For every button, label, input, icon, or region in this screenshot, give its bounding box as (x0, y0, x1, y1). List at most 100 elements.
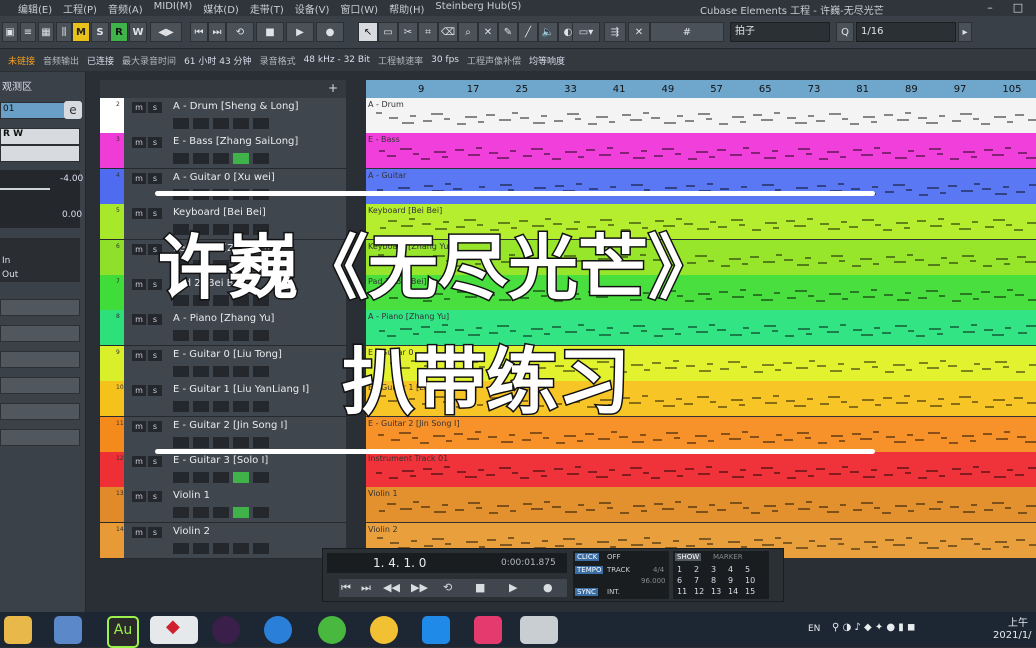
edit-button[interactable] (213, 472, 229, 483)
marker-button[interactable]: 4 (728, 565, 733, 574)
menu-item-3[interactable]: MIDI(M) (154, 1, 193, 16)
forward-end-icon[interactable]: ⏭ (208, 22, 226, 42)
go-end-icon[interactable]: ⏭ (361, 581, 371, 595)
track-row[interactable]: 4 ms A - Guitar 0 [Xu wei] (100, 168, 346, 205)
monitor-button[interactable] (173, 365, 189, 377)
mute-mode-button[interactable]: M (72, 22, 90, 42)
inserts-section[interactable] (0, 299, 80, 316)
write-automation-button[interactable] (253, 401, 269, 413)
read-automation-button[interactable] (233, 365, 249, 377)
record-enable-button[interactable] (193, 365, 209, 377)
minimize-button[interactable]: – (976, 0, 1004, 16)
music-app-icon[interactable] (212, 616, 240, 644)
track-name[interactable]: E - Guitar 0 [Liu Tong] (173, 349, 282, 360)
menu-item-9[interactable]: Steinberg Hub(S) (435, 1, 521, 16)
track-row[interactable]: 8 ms A - Piano [Zhang Yu] (100, 310, 346, 347)
mute-button[interactable]: m (132, 102, 146, 113)
erase-tool-icon[interactable]: ⌫ (438, 22, 458, 42)
track-name[interactable]: Violin 1 (173, 490, 210, 501)
marker-button[interactable]: 13 (711, 587, 721, 596)
write-automation-button[interactable] (253, 436, 269, 448)
track-event[interactable]: E - Bass (366, 133, 1036, 169)
monitor-button[interactable] (173, 507, 189, 519)
track-row[interactable]: 2 ms A - Drum [Sheng & Long] (100, 98, 346, 134)
track-name[interactable]: E - Guitar 2 [Jin Song I] (173, 420, 287, 431)
edit-button[interactable] (213, 330, 229, 342)
marker-button[interactable]: 14 (728, 587, 738, 596)
write-automation-button[interactable] (253, 472, 269, 483)
write-automation-button[interactable] (253, 153, 269, 165)
go-start-icon[interactable]: ⏮ (341, 581, 351, 595)
edit-button[interactable] (213, 436, 229, 448)
record-enable-button[interactable] (193, 542, 209, 554)
mute-button[interactable]: m (132, 526, 146, 538)
track-row[interactable]: 3 ms E - Bass [Zhang SaiLong] (100, 133, 346, 170)
eq-section[interactable] (0, 325, 80, 342)
green-app-icon[interactable] (318, 616, 346, 644)
track-name[interactable]: E - Guitar 1 [Liu YanLiang I] (173, 384, 309, 395)
marker-button[interactable]: 2 (694, 565, 699, 574)
mute-button[interactable]: m (132, 243, 146, 255)
track-event[interactable]: Instrument Track 01 (366, 452, 1036, 487)
mute-button[interactable]: m (132, 314, 146, 326)
marker-button[interactable]: 9 (728, 576, 733, 585)
read-mode-button[interactable]: R (110, 22, 128, 42)
pointer-tool-icon[interactable]: ↖ (358, 22, 378, 42)
grid-app-icon[interactable] (422, 616, 450, 644)
input-routing[interactable]: In (2, 256, 10, 266)
ime-indicator[interactable]: EN (808, 624, 820, 634)
write-mode-button[interactable]: W (129, 22, 147, 42)
list-icon[interactable]: ≡ (20, 22, 36, 42)
sends-section[interactable] (0, 351, 80, 368)
click-toggle[interactable]: CLICK (575, 553, 600, 561)
read-automation-button[interactable] (233, 153, 249, 165)
write-automation-button[interactable] (253, 542, 269, 554)
rewind-start-icon[interactable]: ⏮ (190, 22, 208, 42)
monitor-button[interactable] (173, 401, 189, 413)
show-marker-button[interactable]: SHOW (675, 553, 702, 561)
output-routing[interactable]: Out (2, 270, 18, 280)
play-icon[interactable]: ▶ (286, 22, 314, 42)
solo-button[interactable]: s (148, 314, 162, 326)
monitor-button[interactable] (173, 153, 189, 165)
automation-icon[interactable]: ◀▶ (150, 22, 182, 42)
marker-button[interactable]: 6 (677, 576, 682, 585)
grid-icon[interactable]: # (650, 22, 724, 42)
edit-instrument-icon[interactable]: e (64, 101, 82, 119)
marker-button[interactable]: 12 (694, 587, 704, 596)
marker-button[interactable]: 3 (711, 565, 716, 574)
record-enable-button[interactable] (193, 118, 209, 129)
marker-button[interactable]: 1 (677, 565, 682, 574)
solo-mode-button[interactable]: S (91, 22, 109, 42)
edit-button[interactable] (213, 118, 229, 129)
track-row[interactable]: 10 ms E - Guitar 1 [Liu YanLiang I] (100, 381, 346, 418)
transport-stop-icon[interactable]: ■ (475, 581, 485, 594)
quantize-icon[interactable]: Q (836, 22, 854, 42)
zoom-tool-icon[interactable]: ⌕ (458, 22, 478, 42)
marker-button[interactable]: 5 (745, 565, 750, 574)
read-automation-button[interactable] (233, 472, 249, 483)
edit-button[interactable] (213, 401, 229, 413)
track-event[interactable]: Violin 1 (366, 487, 1036, 523)
read-automation-button[interactable] (233, 330, 249, 342)
track-name[interactable]: E - Bass [Zhang SaiLong] (173, 136, 298, 147)
mute-button[interactable]: m (132, 137, 146, 149)
monitor-button[interactable] (173, 118, 189, 129)
quick-controls-section[interactable] (0, 403, 80, 420)
write-automation-button[interactable] (253, 507, 269, 519)
speaker-tool-icon[interactable]: 🔈 (538, 22, 558, 42)
read-automation-button[interactable] (233, 401, 249, 413)
range-tool-icon[interactable]: ▭ (378, 22, 398, 42)
autoscroll-icon[interactable]: ⇶ (604, 22, 626, 42)
sync-toggle[interactable]: SYNC (575, 588, 598, 596)
solo-button[interactable]: s (148, 137, 162, 149)
snap-icon[interactable]: ✕ (628, 22, 650, 42)
audition-icon[interactable]: Au (107, 616, 139, 648)
transport-record-icon[interactable]: ● (543, 581, 553, 594)
computer-icon[interactable] (54, 616, 82, 644)
write-automation-button[interactable] (253, 365, 269, 377)
mixer-icon[interactable]: ⫼ (56, 22, 72, 42)
notepad-section[interactable] (0, 377, 80, 394)
solo-button[interactable]: s (148, 102, 162, 113)
mute-button[interactable]: m (132, 349, 146, 361)
